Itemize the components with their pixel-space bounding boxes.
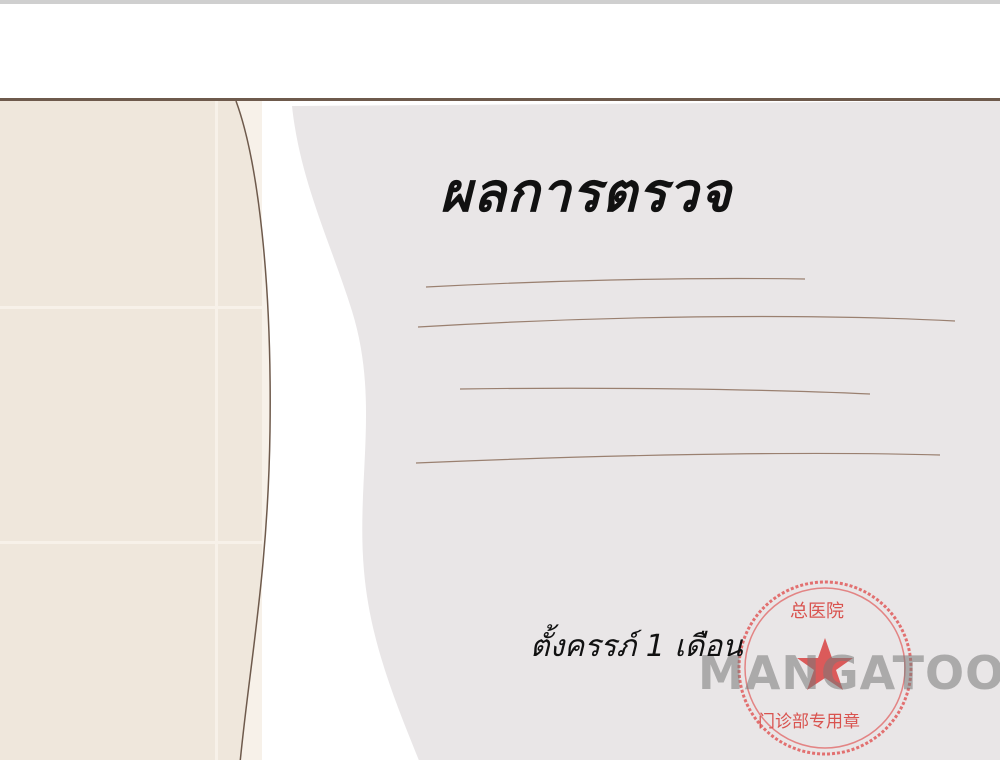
seal-bottom-text: 门诊部专用章 xyxy=(758,712,860,732)
comic-panel: ผลการตรวจ 总医院 门诊部专用章 MANGATOON ตั้งครรภ์… xyxy=(0,98,1000,760)
previous-panel-edge xyxy=(0,0,1000,4)
wall-edge xyxy=(236,101,271,760)
seal-top-text: 总医院 xyxy=(790,601,844,622)
report-title: ผลการตรวจ xyxy=(440,161,732,224)
watermark: MANGATOON xyxy=(698,646,1000,700)
report-result: ตั้งครรภ์ 1 เดือน xyxy=(530,629,743,664)
